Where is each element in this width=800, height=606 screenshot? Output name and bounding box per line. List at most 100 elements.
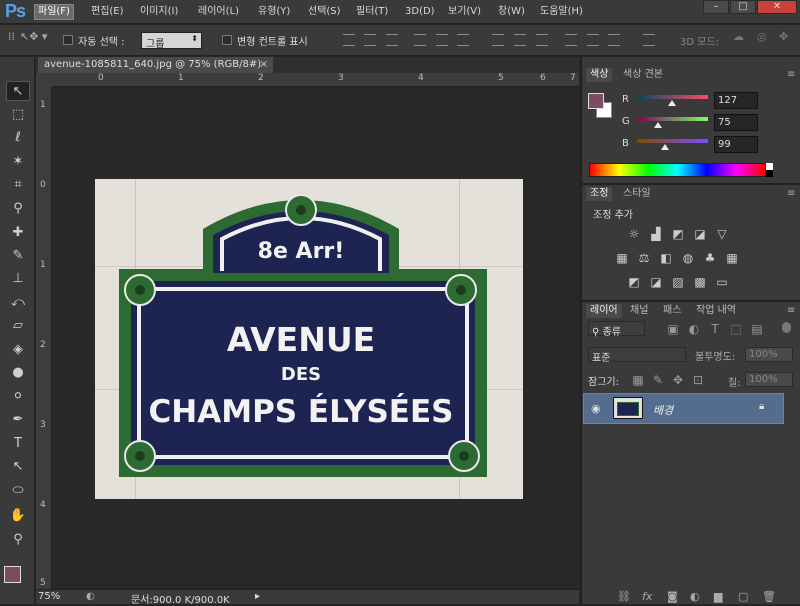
levels-icon[interactable]: ▟ bbox=[649, 227, 663, 241]
zoom-level-field[interactable]: 75% bbox=[38, 591, 60, 602]
distribute-right-icon[interactable] bbox=[608, 34, 620, 46]
path-selection-tool-icon[interactable]: ↖ bbox=[6, 457, 30, 477]
menu-edit[interactable]: 편집(E) bbox=[88, 5, 127, 19]
eye-visibility-icon[interactable]: ◉ bbox=[591, 402, 601, 415]
green-slider[interactable] bbox=[637, 117, 708, 121]
new-group-icon[interactable]: ▆ bbox=[714, 590, 722, 603]
green-slider-thumb[interactable] bbox=[653, 122, 662, 128]
channel-mixer-icon[interactable]: ♣ bbox=[703, 251, 717, 265]
blue-slider[interactable] bbox=[637, 139, 708, 143]
menu-filter[interactable]: 필터(T) bbox=[353, 5, 391, 19]
blue-slider-thumb[interactable] bbox=[660, 144, 669, 150]
type-tool-icon[interactable]: T bbox=[6, 434, 30, 454]
lasso-tool-icon[interactable]: ℓ bbox=[6, 128, 30, 148]
align-bottom-icon[interactable] bbox=[386, 34, 398, 46]
tab-channels[interactable]: 채널 bbox=[626, 304, 652, 318]
align-hcenter-icon[interactable] bbox=[436, 34, 448, 46]
blur-tool-icon[interactable]: ● bbox=[6, 363, 30, 383]
foreground-color-swatch[interactable] bbox=[588, 93, 604, 109]
3d-rotate-icon[interactable]: ☁ bbox=[733, 30, 744, 43]
menu-view[interactable]: 보기(V) bbox=[445, 5, 484, 19]
gradient-map-icon[interactable]: ▭ bbox=[715, 275, 729, 289]
auto-select-dropdown[interactable]: 그룹 ⬍ bbox=[141, 32, 202, 50]
brush-tool-icon[interactable]: ✎ bbox=[6, 246, 30, 266]
curves-icon[interactable]: ◩ bbox=[671, 227, 685, 241]
panel-menu-icon[interactable]: ≡ bbox=[787, 305, 795, 316]
link-layers-icon[interactable]: ⛓ bbox=[617, 590, 631, 603]
color-spectrum-ramp[interactable] bbox=[589, 163, 766, 177]
pen-tool-icon[interactable]: ✒ bbox=[6, 410, 30, 430]
dodge-tool-icon[interactable]: ⚪ bbox=[6, 387, 30, 407]
hue-saturation-icon[interactable]: ▦ bbox=[615, 251, 629, 265]
panel-menu-icon[interactable]: ≡ bbox=[787, 69, 795, 80]
paint-bucket-tool-icon[interactable]: ◈ bbox=[6, 340, 30, 360]
menu-image[interactable]: 이미지(I) bbox=[137, 5, 181, 19]
move-tool-preset-icon[interactable]: ↖✥ ▾ bbox=[20, 30, 47, 43]
align-right-icon[interactable] bbox=[457, 34, 469, 46]
red-value-input[interactable]: 127 bbox=[714, 92, 758, 109]
align-left-icon[interactable] bbox=[414, 34, 426, 46]
filter-shape-icon[interactable]: ⬚ bbox=[729, 322, 743, 336]
red-slider[interactable] bbox=[637, 95, 708, 99]
menu-file[interactable]: 파일(F) bbox=[34, 4, 74, 20]
document-image[interactable]: 8e Arr! AVENUE DES CHAMPS ÉLYSÉES bbox=[95, 179, 523, 499]
document-tab[interactable]: avenue-1085811_640.jpg @ 75% (RGB/8#) × bbox=[38, 57, 273, 73]
healing-brush-tool-icon[interactable]: ✚ bbox=[6, 223, 30, 243]
tab-layers[interactable]: 레이어 bbox=[586, 304, 622, 318]
hand-tool-icon[interactable]: ✋ bbox=[6, 506, 30, 526]
filter-smart-object-icon[interactable]: ▤ bbox=[750, 322, 764, 336]
filter-toggle-switch[interactable] bbox=[782, 322, 791, 333]
new-layer-icon[interactable]: ▢ bbox=[738, 590, 748, 603]
invert-icon[interactable]: ◩ bbox=[627, 275, 641, 289]
eraser-tool-icon[interactable]: ▱ bbox=[6, 316, 30, 336]
align-top-icon[interactable] bbox=[343, 34, 355, 46]
lock-transparent-icon[interactable]: ▦ bbox=[631, 373, 645, 387]
fill-input[interactable]: 100% bbox=[745, 372, 793, 387]
move-tool-icon[interactable]: ↖ bbox=[6, 81, 30, 101]
crop-tool-icon[interactable]: ⌗ bbox=[6, 175, 30, 195]
color-lookup-icon[interactable]: ▦ bbox=[725, 251, 739, 265]
foreground-color-swatch[interactable] bbox=[4, 566, 21, 583]
zoom-tool-icon[interactable]: ⚲ bbox=[6, 530, 30, 550]
minimize-button[interactable]: – bbox=[703, 0, 729, 14]
tab-color[interactable]: 색상 bbox=[586, 68, 613, 82]
close-button[interactable]: ✕ bbox=[757, 0, 797, 14]
maximize-button[interactable]: □ bbox=[730, 0, 756, 14]
blue-value-input[interactable]: 99 bbox=[714, 136, 758, 153]
filter-pixel-icon[interactable]: ▣ bbox=[666, 322, 680, 336]
distribute-top-icon[interactable] bbox=[492, 34, 504, 46]
lock-position-icon[interactable]: ✥ bbox=[671, 373, 685, 387]
menu-3d[interactable]: 3D(D) bbox=[402, 5, 438, 19]
blend-mode-dropdown[interactable]: 표준 bbox=[588, 347, 686, 364]
black-white-icon[interactable]: ◧ bbox=[659, 251, 673, 265]
layer-mask-icon[interactable]: ◙ bbox=[667, 590, 678, 603]
delete-layer-icon[interactable]: 🗑︎ bbox=[762, 590, 776, 603]
distribute-bottom-icon[interactable] bbox=[536, 34, 548, 46]
document-info-icon[interactable]: ◐ bbox=[86, 591, 95, 602]
eyedropper-tool-icon[interactable]: ⚲ bbox=[6, 199, 30, 219]
selective-color-icon[interactable]: ▩ bbox=[693, 275, 707, 289]
tab-paths[interactable]: 패스 bbox=[659, 304, 685, 318]
lock-image-icon[interactable]: ✎ bbox=[651, 373, 665, 387]
history-brush-tool-icon[interactable]: ⤺ bbox=[6, 293, 30, 313]
red-slider-thumb[interactable] bbox=[668, 100, 677, 106]
brightness-contrast-icon[interactable]: ☼ bbox=[627, 227, 641, 241]
layer-style-icon[interactable]: fx bbox=[642, 590, 652, 603]
vertical-ruler[interactable]: 1 0 1 2 3 4 5 bbox=[36, 87, 52, 589]
marquee-tool-icon[interactable]: ⬚ bbox=[6, 105, 30, 125]
exposure-icon[interactable]: ◪ bbox=[693, 227, 707, 241]
status-menu-arrow-icon[interactable]: ▸ bbox=[255, 591, 260, 602]
close-tab-icon[interactable]: × bbox=[260, 58, 268, 72]
filter-adjustment-icon[interactable]: ◐ bbox=[687, 322, 701, 336]
adjustment-layer-icon[interactable]: ◐ bbox=[690, 590, 700, 603]
tab-history[interactable]: 작업 내역 bbox=[692, 304, 740, 318]
distribute-hcenter-icon[interactable] bbox=[587, 34, 599, 46]
color-balance-icon[interactable]: ⚖ bbox=[637, 251, 651, 265]
layer-name[interactable]: 배경 bbox=[653, 402, 673, 418]
auto-select-checkbox[interactable] bbox=[63, 35, 73, 45]
tab-adjustments[interactable]: 조정 bbox=[586, 187, 613, 201]
tab-styles[interactable]: 스타일 bbox=[619, 187, 655, 201]
auto-align-icon[interactable] bbox=[643, 34, 655, 46]
filter-type-icon[interactable]: T bbox=[708, 322, 722, 336]
ellipse-tool-icon[interactable]: ⬭ bbox=[6, 481, 30, 501]
